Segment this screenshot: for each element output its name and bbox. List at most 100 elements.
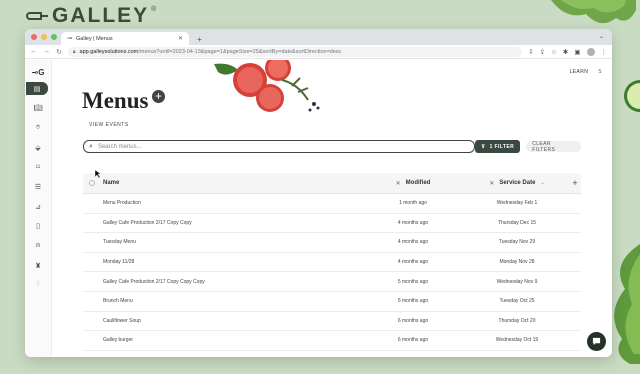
learn-link[interactable]: LEARN <box>570 69 589 75</box>
bookmark-star-icon[interactable]: ☆ <box>551 48 557 56</box>
service-date-cell: Thursday Dec 15 <box>497 219 537 226</box>
menu-name-cell[interactable]: Monday 11/28 <box>101 259 361 265</box>
chef-hat-icon: ♜ <box>34 262 42 270</box>
browser-window: ⊸ Galley | Menus ✕ + ⌄ ← → ↻ 🔒︎ app.gall… <box>25 29 612 357</box>
search-input[interactable]: Search menus... <box>98 144 142 150</box>
table-row[interactable]: Tuesday Menu 4 months ago Tuesday Nov 29 <box>83 233 581 253</box>
column-header-name[interactable]: Name <box>101 180 361 186</box>
table-row[interactable]: Cauliflower Soup 6 months ago Thursday Oct… <box>83 312 581 332</box>
chat-support-button[interactable] <box>587 332 606 351</box>
service-date-cell: Thursday Oct 20 <box>498 317 536 324</box>
table-header: Name ✕ Modified ✕ Service Date ⌄ + <box>83 173 581 194</box>
menu-name-cell[interactable]: Cauliflower Soup <box>101 318 361 324</box>
sidebar-item-recipes[interactable]: 📖︎ <box>28 102 48 115</box>
new-tab-icon[interactable]: + <box>197 35 202 44</box>
filter-button-label: 1 FILTER <box>489 143 515 150</box>
filter-button[interactable]: ⊽ 1 FILTER <box>474 140 521 153</box>
service-date-cell: Tuesday Nov 29 <box>498 239 536 246</box>
modified-cell: 6 months ago <box>397 317 429 324</box>
browser-toolbar: ← → ↻ 🔒︎ app.galleysolutions.com/menus?u… <box>25 45 612 59</box>
service-date-cell: Monday Nov 28 <box>499 259 535 266</box>
search-field[interactable]: ⌕ Search menus... <box>83 140 475 153</box>
menu-name-cell[interactable]: Galley Cafe Production 2/17 Copy Copy <box>101 220 361 226</box>
share-icon[interactable]: ⇪ <box>540 48 545 56</box>
carrot-icon: ⬙ <box>35 144 41 152</box>
table-row[interactable]: Monday 11/28 4 months ago Monday Nov 28 <box>83 253 581 273</box>
sidebar-item-kitchen[interactable]: ♜ <box>28 259 48 272</box>
user-menu-button[interactable]: S <box>598 69 602 75</box>
table-row[interactable]: Galley Cafe Production 2/17 Copy Copy 4 m… <box>83 214 581 234</box>
registered-mark: ® <box>151 6 157 13</box>
forward-arrow-icon[interactable]: → <box>43 48 50 55</box>
download-icon[interactable]: ⇩ <box>528 48 533 56</box>
select-all-checkbox[interactable] <box>89 180 95 186</box>
table-row[interactable]: Menu Production 1 month ago Wednesday Feb … <box>83 194 581 214</box>
sidebar: ⊸G ▤ 📖︎ ⌾ ⬙ ⌑ ☰ ⊿ ▯ ⍝ ♜ ⫶ <box>25 60 52 357</box>
maximize-window-button[interactable] <box>51 34 57 40</box>
table-row[interactable]: Brunch Menu 5 months ago Tuesday Oct 25 <box>83 292 581 312</box>
address-bar[interactable]: 🔒︎ app.galleysolutions.com/menus?until=2… <box>67 46 523 57</box>
extensions-icon[interactable]: ✱ <box>563 48 568 56</box>
view-events-link[interactable]: VIEW EVENTS <box>89 122 129 128</box>
service-date-cell: Wednesday Nov 9 <box>496 278 538 285</box>
sidebar-item-ingredients[interactable]: ⬙ <box>28 141 48 154</box>
add-menu-button[interactable]: + <box>152 90 165 103</box>
tag-icon: ⌑ <box>36 164 40 172</box>
sliders-icon: ⫶ <box>37 281 39 289</box>
sidebar-item-reports[interactable]: ☰ <box>28 180 48 193</box>
document-icon: ▯ <box>36 223 40 231</box>
sidebar-item-locations[interactable]: ⌾ <box>28 121 48 134</box>
menu-name-cell[interactable]: Galley burger <box>101 337 361 343</box>
page-title: Menus <box>82 88 149 113</box>
tab-list-chevron-icon[interactable]: ⌄ <box>599 33 604 40</box>
main-content: LEARN S Menus + VIEW EVENTS ⌕ Search men… <box>52 60 612 357</box>
sidebar-item-team[interactable]: ⍝ <box>28 240 48 253</box>
menu-name-cell[interactable]: Tuesday Menu <box>101 239 361 245</box>
browser-tab-active[interactable]: ⊸ Galley | Menus ✕ <box>61 32 189 45</box>
modified-cell: 1 month ago <box>399 200 427 207</box>
menu-name-cell[interactable]: Brunch Menu <box>101 298 361 304</box>
minimize-window-button[interactable] <box>41 34 47 40</box>
close-tab-icon[interactable]: ✕ <box>178 35 183 42</box>
sidebar-item-ordering[interactable]: ⊿ <box>28 200 48 213</box>
remove-column-icon[interactable]: ✕ <box>396 180 401 187</box>
add-column-icon[interactable]: + <box>569 178 581 188</box>
cucumber-decoration-icon <box>624 80 640 112</box>
menu-name-cell[interactable]: Menu Production <box>101 200 361 206</box>
column-header-modified[interactable]: ✕ Modified <box>361 180 465 187</box>
mouse-cursor-icon <box>95 170 101 178</box>
close-window-button[interactable] <box>31 34 37 40</box>
user-icon: ⍝ <box>35 242 41 249</box>
reload-icon[interactable]: ↻ <box>56 48 62 56</box>
sidebar-item-settings[interactable]: ⫶ <box>28 279 48 292</box>
column-header-service-date-label: Service Date <box>499 179 536 186</box>
column-header-service-date[interactable]: ✕ Service Date ⌄ <box>465 180 569 187</box>
modified-cell: 5 months ago <box>397 278 429 285</box>
search-filter-bar: ⌕ Search menus... ⊽ 1 FILTER CLEAR FILTE… <box>83 140 581 153</box>
sidepanel-icon[interactable]: ▣ <box>574 48 580 56</box>
brand-wordmark: GALLEY <box>52 4 150 27</box>
back-arrow-icon[interactable]: ← <box>30 48 37 55</box>
galley-logo-icon[interactable]: ⊸G <box>32 68 45 82</box>
browser-toolbar-icons: ⇩ ⇪ ☆ ✱ ▣ ⋮ <box>528 47 608 56</box>
tab-title: Galley | Menus <box>76 35 113 42</box>
sidebar-item-menus[interactable]: ▤ <box>26 82 48 95</box>
profile-avatar[interactable] <box>586 47 595 56</box>
book-icon: 📖︎ <box>33 105 43 113</box>
galley-favicon-icon: ⊸ <box>67 36 73 42</box>
modified-cell: 5 months ago <box>397 298 429 305</box>
remove-column-icon[interactable]: ✕ <box>489 180 494 187</box>
table-row[interactable]: Galley Cafe Production 2/17 Copy Copy Co… <box>83 272 581 292</box>
url-domain: app.galleysolutions.com <box>79 48 139 55</box>
modified-cell: 4 months ago <box>397 219 429 226</box>
more-menu-icon[interactable]: ⋮ <box>601 48 608 56</box>
clear-filters-button[interactable]: CLEAR FILTERS <box>526 141 581 153</box>
sidebar-item-tags[interactable]: ⌑ <box>28 161 48 174</box>
filter-funnel-icon: ⊽ <box>481 143 486 150</box>
modified-cell: 4 months ago <box>397 239 429 246</box>
sort-chevron-down-icon[interactable]: ⌄ <box>540 180 544 187</box>
menu-name-cell[interactable]: Galley Cafe Production 2/17 Copy Copy Co… <box>101 279 361 285</box>
table-row[interactable]: Galley burger 6 months ago Wednesday Oct 1… <box>83 331 581 351</box>
list-icon: ☰ <box>34 183 42 191</box>
sidebar-item-documents[interactable]: ▯ <box>28 220 48 233</box>
